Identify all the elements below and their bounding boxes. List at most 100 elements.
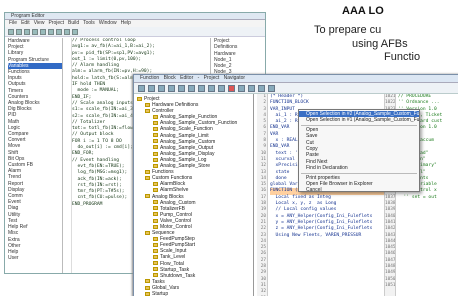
project-tree-label: Startup_Task xyxy=(160,266,190,273)
folder-icon xyxy=(153,145,158,150)
menu-item[interactable]: View xyxy=(34,20,45,26)
project-tree-label: AlarmBlock xyxy=(160,181,186,188)
menu-item[interactable]: Window xyxy=(99,20,117,26)
slide-line-2: using AFBs xyxy=(352,38,408,50)
project-tree-label: FeedPumpStep xyxy=(160,236,195,243)
project-tree-label: Sequence xyxy=(152,230,175,237)
project-tree-label: Analog_Sample_Custom xyxy=(160,138,216,145)
folder-icon xyxy=(153,261,158,266)
project-tree-item[interactable]: Startup xyxy=(137,291,253,296)
project-tree-label: Analog_Sample_Custom_Function xyxy=(160,120,238,127)
cut-icon[interactable] xyxy=(178,84,185,92)
project-tree-label: FeedPumpStart xyxy=(160,242,196,249)
project-tree-label: Motor_Control xyxy=(160,223,192,230)
project-tree-label: Analog_Sample_Log xyxy=(160,156,207,163)
folder-icon xyxy=(153,218,158,223)
folder-icon xyxy=(153,139,158,144)
debug-icon[interactable] xyxy=(258,84,265,92)
menu-item[interactable]: Help xyxy=(121,20,131,26)
open-icon[interactable] xyxy=(148,84,155,92)
project-tree-label: Project xyxy=(144,96,160,102)
back-window-toolbar[interactable] xyxy=(5,27,265,37)
folder-icon xyxy=(153,236,158,241)
project-tree-label: Custom Functions xyxy=(152,175,193,182)
project-tree-label: Analog_Sample_Display xyxy=(160,150,215,157)
paste-icon[interactable] xyxy=(48,28,54,35)
context-menu[interactable]: Open Selection in #2 (Analog_Sample_Cust… xyxy=(298,109,420,193)
run-icon[interactable] xyxy=(238,84,245,92)
project-tree-label: Pump_Control xyxy=(160,211,192,218)
slide-line-1: To prepare cu xyxy=(314,24,382,36)
paste-icon[interactable] xyxy=(198,84,205,92)
back-project-tree[interactable]: Hardware Project Library Program Structure V… xyxy=(5,38,63,273)
context-menu-item[interactable]: Open Selection in #1 (Analog_Sample_Cust… xyxy=(299,117,419,123)
menu-item[interactable]: Tools xyxy=(83,20,95,26)
menu-item[interactable]: File xyxy=(9,20,17,26)
folder-icon xyxy=(145,102,150,107)
stop-icon[interactable] xyxy=(228,84,235,92)
project-tree-label: Controller xyxy=(152,108,174,115)
folder-icon xyxy=(153,163,158,168)
new-icon[interactable] xyxy=(138,84,145,92)
undo-icon[interactable] xyxy=(56,28,62,35)
folder-icon xyxy=(153,181,158,186)
folder-icon xyxy=(153,242,158,247)
save-icon[interactable] xyxy=(24,28,30,35)
new-icon[interactable] xyxy=(8,28,14,35)
back-window-menubar[interactable]: File Edit View Project Build Tools Window Help xyxy=(5,20,265,27)
folder-icon xyxy=(153,267,158,272)
back-window-titlebar: Program Editor xyxy=(5,13,265,20)
front-window-toolbar[interactable] xyxy=(134,83,458,94)
folder-icon xyxy=(145,230,150,235)
project-tree-label: Tasks xyxy=(152,278,165,285)
print-icon[interactable] xyxy=(168,84,175,92)
menu-item[interactable]: Project xyxy=(48,20,64,26)
menu-separator xyxy=(301,172,417,174)
copy-icon[interactable] xyxy=(188,84,195,92)
slide-line-3: Functio xyxy=(384,51,421,63)
folder-icon xyxy=(145,291,150,296)
build-icon[interactable] xyxy=(72,28,78,35)
project-tree-label: Functions xyxy=(152,169,174,176)
folder-icon xyxy=(153,200,158,205)
front-window-titlebar: Function Block Editor - Project Navigato… xyxy=(134,75,458,83)
copy-icon[interactable] xyxy=(40,28,46,35)
undo-icon[interactable] xyxy=(208,84,215,92)
code-line: z = ANY_Helper(Config_Ini_Fuleflets xyxy=(270,226,373,232)
project-tree-label: Analog Blocks xyxy=(152,193,184,200)
code-line: Using New Fleets, VAREN_PRESSUR xyxy=(270,232,362,238)
folder-icon xyxy=(145,279,150,284)
project-tree-label: Analog_Sample_Limit xyxy=(160,132,209,139)
menu-item[interactable]: Edit xyxy=(21,20,30,26)
menu-item[interactable]: Build xyxy=(68,20,79,26)
context-menu-item[interactable]: Cancel xyxy=(299,187,419,193)
folder-icon xyxy=(153,255,158,260)
folder-icon xyxy=(145,285,150,290)
project-tree-label: Tank_Level xyxy=(160,254,186,261)
project-tree-label: Flow_Total xyxy=(160,260,184,267)
folder-icon xyxy=(153,249,158,254)
open-icon[interactable] xyxy=(16,28,22,35)
folder-icon xyxy=(145,175,150,180)
code-line: x = ANY_Helper(Config_Ini_Fuleflets xyxy=(270,213,373,219)
step-icon[interactable] xyxy=(248,84,255,92)
folder-icon xyxy=(153,151,158,156)
tree-item[interactable]: User xyxy=(8,255,62,261)
folder-icon xyxy=(153,273,158,278)
project-tree-label: Analog_Custom xyxy=(160,199,196,206)
folder-icon xyxy=(153,206,158,211)
project-navigator-tree[interactable]: Project Hardware Definitions Controller Ana… xyxy=(134,94,254,296)
redo-icon[interactable] xyxy=(64,28,70,35)
project-tree-label: Valve_Control xyxy=(160,217,192,224)
project-tree-label: TotalizerFB xyxy=(160,205,186,212)
project-tree-label: Shutdown_Task xyxy=(160,272,196,279)
folder-icon xyxy=(153,133,158,138)
find-icon[interactable] xyxy=(218,84,225,92)
settings-icon[interactable] xyxy=(268,84,275,92)
project-tree-label: Analog_Sample_Store xyxy=(160,163,211,170)
save-icon[interactable] xyxy=(158,84,165,92)
line-number-gutter-left: 1 2 3 4 5 6 7 8 9 10 11 12 13 14 15 16 1… xyxy=(257,94,268,296)
project-tree-label: Global_Vars xyxy=(152,284,180,291)
folder-icon xyxy=(153,188,158,193)
cut-icon[interactable] xyxy=(32,28,38,35)
